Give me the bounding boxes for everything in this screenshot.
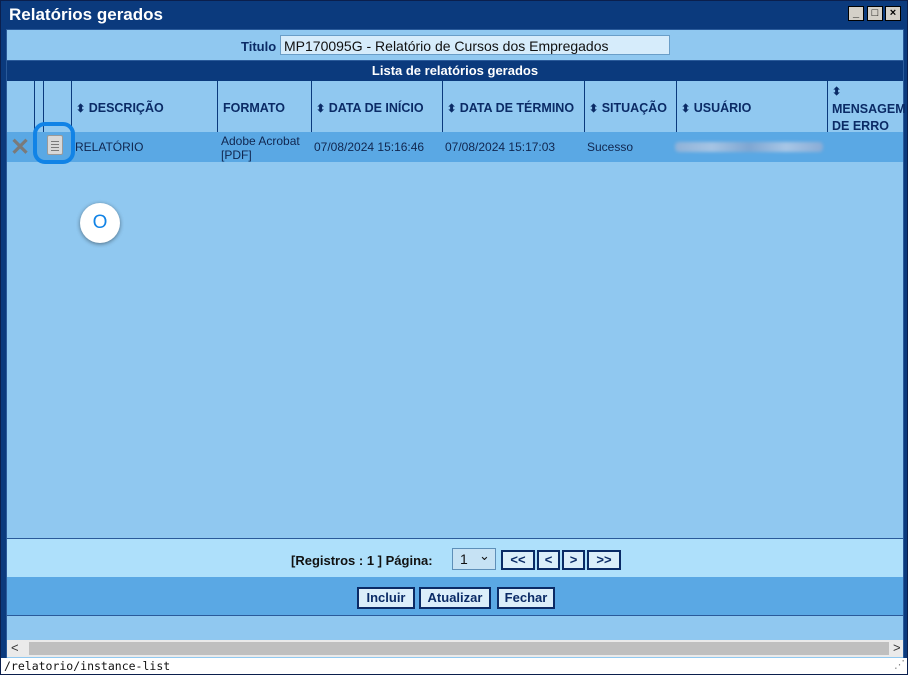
col-descricao[interactable]: ⬍ DESCRIÇÃO [71, 81, 217, 132]
status-url: /relatorio/instance-list [4, 659, 171, 673]
window-title: Relatórios gerados [9, 5, 163, 24]
atualizar-button[interactable]: Atualizar [419, 587, 491, 609]
chevron-down-icon: ⌄ [479, 548, 490, 563]
sort-icon[interactable]: ⬍ [681, 103, 690, 115]
sort-icon[interactable]: ⬍ [76, 103, 85, 115]
col-situacao-label: SITUAÇÃO [601, 101, 667, 115]
next-page-button[interactable]: > [562, 550, 585, 570]
titulo-label: Titulo [241, 39, 277, 54]
row-formato-line1: Adobe Acrobat [221, 134, 300, 148]
col-data-termino-label: DATA DE TÉRMINO [459, 101, 575, 115]
col-delete [7, 81, 34, 132]
pagination-bar: [Registros : 1 ] Página: 1 ⌄ << < > >> [7, 538, 903, 578]
col-situacao[interactable]: ⬍ SITUAÇÃO [584, 81, 676, 132]
row-formato-line2: [PDF] [221, 148, 252, 162]
step-marker-badge: O [80, 203, 120, 243]
close-button[interactable]: × [885, 6, 901, 21]
prev-page-button[interactable]: < [537, 550, 560, 570]
sort-icon[interactable]: ⬍ [447, 103, 456, 115]
fechar-button[interactable]: Fechar [497, 587, 555, 609]
window-titlebar[interactable]: Relatórios gerados _ □ × [1, 1, 907, 28]
col-formato: FORMATO [217, 81, 311, 132]
col-mensagem-label-2: DE ERRO [832, 119, 889, 133]
col-data-inicio-label: DATA DE INÍCIO [328, 101, 424, 115]
titulo-row: Titulo MP170095G - Relatório de Cursos d… [7, 30, 903, 61]
col-data-inicio[interactable]: ⬍ DATA DE INÍCIO [311, 81, 442, 132]
col-usuario[interactable]: ⬍ USUÁRIO [676, 81, 827, 132]
relatorios-window: Relatórios gerados _ □ × Titulo MP170095… [0, 0, 908, 675]
sort-icon[interactable]: ⬍ [589, 103, 598, 115]
titulo-field[interactable]: MP170095G - Relatório de Cursos dos Empr… [280, 35, 670, 55]
page-select[interactable]: 1 ⌄ [452, 548, 496, 570]
table-row[interactable]: ✕ RELATÓRIO Adobe Acrobat [PDF] 07/08/202… [7, 122, 903, 164]
status-bar: /relatorio/instance-list ⋰ [1, 658, 907, 674]
scrollbar-thumb[interactable] [29, 642, 889, 655]
first-page-button[interactable]: << [501, 550, 535, 570]
col-mensagem-label: MENSAGEM [832, 102, 906, 116]
maximize-button[interactable]: □ [867, 6, 883, 21]
pagination-info: [Registros : 1 ] Página: [291, 553, 433, 568]
row-situacao: Sucesso [587, 140, 634, 154]
row-formato: Adobe Acrobat [PDF] [221, 134, 300, 162]
row-data-inicio: 07/08/2024 15:16:46 [314, 140, 425, 154]
sort-icon[interactable]: ⬍ [316, 103, 325, 115]
row-descricao[interactable]: RELATÓRIO [75, 140, 143, 154]
col-formato-label: FORMATO [223, 101, 286, 115]
window-body: Titulo MP170095G - Relatório de Cursos d… [6, 29, 906, 659]
actions-bar: Incluir Atualizar Fechar [7, 577, 903, 616]
row-usuario-redacted [675, 142, 823, 152]
document-icon[interactable] [47, 135, 63, 155]
horizontal-scrollbar[interactable]: < > [7, 640, 903, 657]
scroll-right-icon[interactable]: > [893, 640, 901, 655]
col-data-termino[interactable]: ⬍ DATA DE TÉRMINO [442, 81, 584, 132]
incluir-button[interactable]: Incluir [357, 587, 415, 609]
minimize-button[interactable]: _ [848, 6, 864, 21]
last-page-button[interactable]: >> [587, 550, 621, 570]
list-header: Lista de relatórios gerados [7, 61, 903, 81]
column-header-row: ⬍ DESCRIÇÃO FORMATO ⬍ DATA DE INÍCIO ⬍ D… [7, 81, 906, 133]
scroll-left-icon[interactable]: < [11, 640, 19, 655]
sort-icon[interactable]: ⬍ [832, 86, 841, 98]
col-usuario-label: USUÁRIO [693, 101, 752, 115]
resize-grip-icon[interactable]: ⋰ [894, 657, 905, 673]
col-mensagem[interactable]: ⬍ MENSAGEM DE ERRO [827, 81, 906, 133]
col-descricao-label: DESCRIÇÃO [88, 101, 164, 115]
delete-icon[interactable]: ✕ [10, 136, 30, 160]
page-select-value: 1 [460, 551, 468, 567]
row-data-termino: 07/08/2024 15:17:03 [445, 140, 556, 154]
